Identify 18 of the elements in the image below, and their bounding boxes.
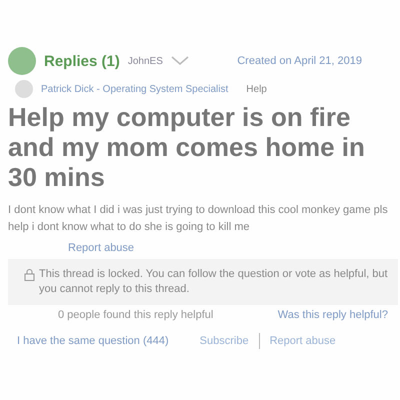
report-abuse-link[interactable]: Report abuse [68, 242, 134, 254]
question-title: Help my computer is on fire and my mom comes home in 30 mins [7, 102, 366, 192]
lock-icon [24, 269, 35, 281]
question-body: I dont know what I did i was just trying to download this cool monkey game pls help i dont know what to do she is going to kill me [8, 203, 389, 235]
replies-label[interactable]: Replies (1) [44, 52, 120, 70]
subscribe-link[interactable]: Subscribe [200, 335, 249, 347]
chevron-icon[interactable] [170, 56, 189, 66]
reply-author: Patrick Dick - Operating System Specialist [41, 84, 228, 94]
reply-text: Help [246, 84, 267, 94]
avatar [8, 47, 36, 75]
helpful-count: 0 people found this reply helpful [58, 309, 214, 321]
locked-text: This thread is locked. You can follow the question or vote as helpful, but you cannot reply to this thread. [39, 267, 388, 297]
author-name: JohnES [128, 56, 163, 66]
same-question-link[interactable]: I have the same question (444) [17, 335, 169, 347]
avatar [15, 80, 33, 98]
created-date: Created on April 21, 2019 [237, 55, 362, 67]
report-abuse-link[interactable]: Report abuse [270, 335, 336, 347]
helpful-prompt: Was this reply helpful? [278, 309, 388, 321]
